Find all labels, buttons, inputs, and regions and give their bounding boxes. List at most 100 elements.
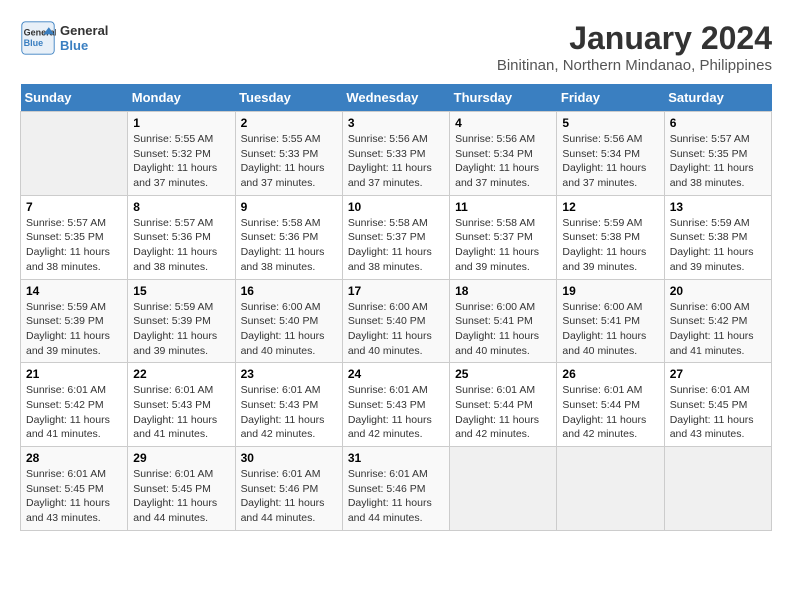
week-row-2: 14 Sunrise: 5:59 AMSunset: 5:39 PMDayligh… [21,279,772,363]
day-cell: 10 Sunrise: 5:58 AMSunset: 5:37 PMDayligh… [342,195,449,279]
day-cell: 18 Sunrise: 6:00 AMSunset: 5:41 PMDayligh… [450,279,557,363]
day-info: Sunrise: 5:59 AMSunset: 5:39 PMDaylight:… [26,300,122,359]
day-number: 27 [670,367,766,381]
day-info: Sunrise: 5:59 AMSunset: 5:39 PMDaylight:… [133,300,229,359]
day-info: Sunrise: 6:01 AMSunset: 5:43 PMDaylight:… [133,383,229,442]
week-row-1: 7 Sunrise: 5:57 AMSunset: 5:35 PMDaylight… [21,195,772,279]
day-info: Sunrise: 6:01 AMSunset: 5:42 PMDaylight:… [26,383,122,442]
day-info: Sunrise: 6:01 AMSunset: 5:45 PMDaylight:… [133,467,229,526]
day-cell: 23Sunrise: 6:01 AMSunset: 5:43 PMDayligh… [235,363,342,447]
day-info: Sunrise: 6:01 AMSunset: 5:45 PMDaylight:… [26,467,122,526]
day-cell: 4Sunrise: 5:56 AMSunset: 5:34 PMDaylight… [450,112,557,196]
day-cell: 20 Sunrise: 6:00 AMSunset: 5:42 PMDayligh… [664,279,771,363]
day-info: Sunrise: 5:56 AMSunset: 5:34 PMDaylight:… [562,132,658,191]
day-number: 24 [348,367,444,381]
day-number: 18 [455,284,551,298]
day-info: Sunrise: 5:58 AMSunset: 5:36 PMDaylight:… [241,216,337,275]
title-block: January 2024 Binitinan, Northern Mindana… [497,20,772,74]
day-cell: 16Sunrise: 6:00 AMSunset: 5:40 PMDayligh… [235,279,342,363]
calendar-subtitle: Binitinan, Northern Mindanao, Philippine… [497,57,772,74]
day-cell: 28 Sunrise: 6:01 AMSunset: 5:45 PMDayligh… [21,447,128,531]
day-cell: 31 Sunrise: 6:01 AMSunset: 5:46 PMDayligh… [342,447,449,531]
header-cell-friday: Friday [557,84,664,112]
day-info: Sunrise: 5:59 AMSunset: 5:38 PMDaylight:… [670,216,766,275]
day-info: Sunrise: 6:01 AMSunset: 5:46 PMDaylight:… [241,467,337,526]
day-number: 21 [26,367,122,381]
day-number: 9 [241,200,337,214]
week-row-0: 1 Sunrise: 5:55 AMSunset: 5:32 PMDaylight… [21,112,772,196]
day-info: Sunrise: 5:58 AMSunset: 5:37 PMDaylight:… [455,216,551,275]
day-number: 19 [562,284,658,298]
day-cell [557,447,664,531]
day-cell [450,447,557,531]
day-info: Sunrise: 6:01 AMSunset: 5:43 PMDaylight:… [241,383,337,442]
day-info: Sunrise: 5:55 AMSunset: 5:33 PMDaylight:… [241,132,337,191]
day-number: 22 [133,367,229,381]
day-cell: 8 Sunrise: 5:57 AMSunset: 5:36 PMDaylight… [128,195,235,279]
day-cell: 9 Sunrise: 5:58 AMSunset: 5:36 PMDaylight… [235,195,342,279]
day-info: Sunrise: 6:00 AMSunset: 5:41 PMDaylight:… [455,300,551,359]
logo-icon: General Blue [20,20,56,56]
day-info: Sunrise: 5:57 AMSunset: 5:35 PMDaylight:… [26,216,122,275]
logo-text-blue: Blue [60,38,108,53]
day-info: Sunrise: 5:56 AMSunset: 5:33 PMDaylight:… [348,132,444,191]
day-info: Sunrise: 6:01 AMSunset: 5:46 PMDaylight:… [348,467,444,526]
day-info: Sunrise: 6:01 AMSunset: 5:45 PMDaylight:… [670,383,766,442]
header-cell-saturday: Saturday [664,84,771,112]
day-number: 17 [348,284,444,298]
day-info: Sunrise: 6:00 AMSunset: 5:40 PMDaylight:… [348,300,444,359]
day-number: 16 [241,284,337,298]
header-cell-tuesday: Tuesday [235,84,342,112]
week-row-3: 21 Sunrise: 6:01 AMSunset: 5:42 PMDayligh… [21,363,772,447]
day-info: Sunrise: 5:58 AMSunset: 5:37 PMDaylight:… [348,216,444,275]
day-number: 28 [26,451,122,465]
calendar-title: January 2024 [497,20,772,57]
day-number: 31 [348,451,444,465]
calendar-body: 1 Sunrise: 5:55 AMSunset: 5:32 PMDaylight… [21,112,772,531]
day-cell: 5Sunrise: 5:56 AMSunset: 5:34 PMDaylight… [557,112,664,196]
day-cell: 11Sunrise: 5:58 AMSunset: 5:37 PMDayligh… [450,195,557,279]
day-info: Sunrise: 5:57 AMSunset: 5:36 PMDaylight:… [133,216,229,275]
day-cell: 21 Sunrise: 6:01 AMSunset: 5:42 PMDayligh… [21,363,128,447]
day-number: 20 [670,284,766,298]
header-cell-wednesday: Wednesday [342,84,449,112]
day-number: 2 [241,116,337,130]
day-cell [664,447,771,531]
page-header: General Blue General Blue January 2024 B… [20,20,772,74]
day-info: Sunrise: 5:59 AMSunset: 5:38 PMDaylight:… [562,216,658,275]
day-number: 26 [562,367,658,381]
day-cell: 25 Sunrise: 6:01 AMSunset: 5:44 PMDayligh… [450,363,557,447]
day-info: Sunrise: 6:01 AMSunset: 5:44 PMDaylight:… [455,383,551,442]
day-number: 14 [26,284,122,298]
day-number: 15 [133,284,229,298]
day-number: 25 [455,367,551,381]
day-number: 13 [670,200,766,214]
day-number: 10 [348,200,444,214]
day-cell: 17 Sunrise: 6:00 AMSunset: 5:40 PMDayligh… [342,279,449,363]
day-cell [21,112,128,196]
day-number: 7 [26,200,122,214]
day-cell: 19 Sunrise: 6:00 AMSunset: 5:41 PMDayligh… [557,279,664,363]
header-cell-monday: Monday [128,84,235,112]
day-cell: 12 Sunrise: 5:59 AMSunset: 5:38 PMDayligh… [557,195,664,279]
day-number: 8 [133,200,229,214]
day-info: Sunrise: 5:55 AMSunset: 5:32 PMDaylight:… [133,132,229,191]
day-info: Sunrise: 6:00 AMSunset: 5:41 PMDaylight:… [562,300,658,359]
day-cell: 1 Sunrise: 5:55 AMSunset: 5:32 PMDaylight… [128,112,235,196]
day-info: Sunrise: 6:01 AMSunset: 5:44 PMDaylight:… [562,383,658,442]
day-number: 30 [241,451,337,465]
day-number: 12 [562,200,658,214]
day-cell: 14 Sunrise: 5:59 AMSunset: 5:39 PMDayligh… [21,279,128,363]
day-number: 1 [133,116,229,130]
day-number: 4 [455,116,551,130]
header-cell-thursday: Thursday [450,84,557,112]
header-cell-sunday: Sunday [21,84,128,112]
calendar-header-row: SundayMondayTuesdayWednesdayThursdayFrid… [21,84,772,112]
day-info: Sunrise: 6:00 AMSunset: 5:42 PMDaylight:… [670,300,766,359]
day-cell: 2 Sunrise: 5:55 AMSunset: 5:33 PMDaylight… [235,112,342,196]
week-row-4: 28 Sunrise: 6:01 AMSunset: 5:45 PMDayligh… [21,447,772,531]
day-cell: 13 Sunrise: 5:59 AMSunset: 5:38 PMDayligh… [664,195,771,279]
day-cell: 29Sunrise: 6:01 AMSunset: 5:45 PMDayligh… [128,447,235,531]
day-number: 6 [670,116,766,130]
day-cell: 22 Sunrise: 6:01 AMSunset: 5:43 PMDayligh… [128,363,235,447]
